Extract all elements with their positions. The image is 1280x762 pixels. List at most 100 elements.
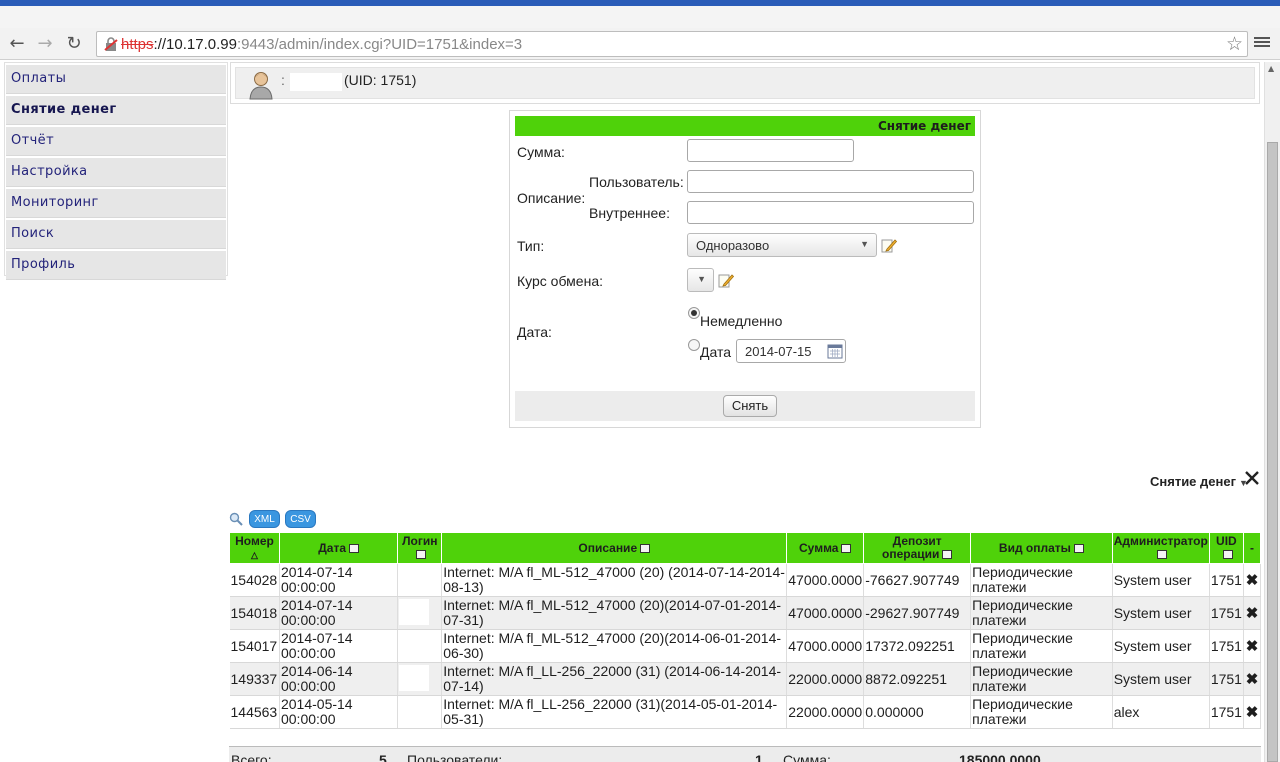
scrollbar-thumb[interactable] [1267, 142, 1278, 762]
scroll-up-icon[interactable]: ▲ [1268, 64, 1274, 73]
cell-desc: Internet: M/A fl_ML-512_47000 (20) (2014… [441, 563, 788, 597]
exchange-rate-label: Курс обмена: [517, 273, 603, 289]
cell-sum: 22000.0000 [786, 695, 865, 729]
internal-description-input[interactable] [687, 201, 974, 224]
filter-icon[interactable] [349, 543, 360, 553]
col-num[interactable]: Номер △ [229, 532, 280, 564]
col-sum[interactable]: Сумма [786, 532, 865, 564]
user-panel-inner: : (UID: 1751) [235, 67, 1255, 100]
radio-now[interactable] [688, 307, 700, 319]
date-input[interactable]: 2014-07-15 [736, 339, 846, 363]
exchange-rate-select[interactable]: ▼ [687, 268, 714, 292]
tabstrip-area [0, 6, 1280, 28]
filter-icon[interactable] [640, 543, 651, 553]
cell-num: 144563 [229, 695, 280, 729]
date-input-value: 2014-07-15 [745, 344, 812, 359]
delete-icon[interactable]: ✖ [1243, 629, 1262, 663]
cell-paytype: Периодические платежи [970, 629, 1113, 663]
table-row: 154017 2014-07-14 00:00:00 Internet: M/A… [229, 629, 1262, 663]
table-totals: Всего: 5 Пользователи: 1 Сумма: 185000.0… [229, 746, 1261, 762]
address-bar[interactable]: https://10.17.0.99:9443/admin/index.cgi?… [96, 31, 1248, 57]
delete-icon[interactable]: ✖ [1243, 695, 1262, 729]
login-redacted [399, 598, 430, 625]
sidebar-item-settings[interactable]: Настройка [6, 158, 226, 187]
login-redacted [399, 697, 430, 724]
filter-icon[interactable] [1222, 550, 1233, 560]
export-xml-button[interactable]: XML [249, 510, 280, 528]
table-row: 154028 2014-07-14 00:00:00 Internet: M/A… [229, 563, 1262, 597]
totals-count-value: 5 [379, 752, 387, 762]
user-name-redacted [290, 73, 342, 91]
sidebar-item-report[interactable]: Отчёт [6, 127, 226, 156]
back-icon[interactable]: ← [6, 33, 28, 55]
page-scrollbar[interactable]: ▲ [1264, 62, 1280, 762]
wrench-icon[interactable] [1244, 470, 1260, 486]
radio-now-label: Немедленно [700, 313, 783, 329]
sum-label: Сумма: [517, 144, 565, 160]
bookmark-star-icon[interactable]: ☆ [1226, 33, 1243, 55]
col-login-label: Логин [402, 534, 438, 548]
radio-date-label: Дата [700, 344, 732, 360]
col-paytype[interactable]: Вид оплаты [970, 532, 1113, 564]
calendar-icon[interactable] [827, 343, 843, 359]
delete-icon[interactable]: ✖ [1243, 596, 1262, 630]
login-redacted [399, 664, 430, 691]
col-deposit[interactable]: Депозит операции [863, 532, 972, 564]
cell-admin: System user [1112, 629, 1210, 663]
cell-paytype: Периодические платежи [970, 662, 1113, 696]
sidebar-item-withdraw[interactable]: Снятие денег [6, 96, 226, 125]
browser-menu-icon[interactable] [1254, 35, 1270, 51]
col-date[interactable]: Дата [278, 532, 399, 564]
date-label: Дата: [517, 324, 552, 340]
cell-uid: 1751 [1209, 563, 1244, 597]
sidebar-item-profile[interactable]: Профиль [6, 251, 226, 280]
type-label: Тип: [517, 238, 545, 254]
cell-date: 2014-07-14 00:00:00 [279, 563, 399, 597]
cell-desc: Internet: M/A fl_LL-256_22000 (31) (2014… [441, 662, 788, 696]
cell-num: 154018 [229, 596, 280, 630]
url-text: https://10.17.0.99:9443/admin/index.cgi?… [121, 36, 522, 53]
export-csv-button[interactable]: CSV [285, 510, 316, 528]
cell-date: 2014-07-14 00:00:00 [279, 629, 399, 663]
col-paytype-label: Вид оплаты [998, 540, 1071, 555]
sum-input[interactable] [687, 139, 854, 162]
filter-icon[interactable] [942, 550, 953, 560]
sidebar: Оплаты Снятие денег Отчёт Настройка Мони… [4, 62, 228, 280]
user-description-input[interactable] [687, 170, 974, 193]
filter-icon[interactable] [1073, 543, 1084, 553]
withdraw-button[interactable]: Снять [723, 395, 777, 417]
col-login[interactable]: Логин [397, 532, 443, 564]
totals-sum-label: Сумма: [783, 752, 831, 762]
chevron-down-icon: ▼ [860, 239, 869, 249]
filter-icon[interactable] [841, 543, 852, 553]
edit-rate-icon[interactable] [718, 272, 734, 288]
radio-date[interactable] [688, 339, 700, 351]
col-desc[interactable]: Описание [441, 532, 788, 564]
edit-type-icon[interactable] [881, 237, 897, 253]
type-select[interactable]: Одноразово ▼ [687, 233, 877, 257]
delete-icon[interactable]: ✖ [1243, 662, 1262, 696]
delete-icon[interactable]: ✖ [1243, 563, 1262, 597]
table-row: 154018 2014-07-14 00:00:00 Internet: M/A… [229, 596, 1262, 630]
col-del: - [1242, 532, 1262, 564]
sidebar-item-search[interactable]: Поиск [6, 220, 226, 249]
table-title-menu[interactable]: Снятие денег ▼ [1150, 474, 1248, 489]
cell-sum: 22000.0000 [786, 662, 865, 696]
totals-sum-value: 185000.0000 [959, 752, 1041, 762]
col-uid[interactable]: UID [1208, 532, 1244, 564]
sidebar-item-payments[interactable]: Оплаты [6, 65, 226, 94]
user-desc-label: Пользователь: [589, 174, 684, 190]
col-admin-label: Администратор [1113, 534, 1208, 548]
totals-count-label: Всего: [231, 752, 272, 762]
table-title: Снятие денег [1150, 474, 1237, 489]
filter-icon[interactable] [1157, 550, 1168, 560]
url-path: /admin/index.cgi?UID=1751&index=3 [274, 36, 523, 53]
forward-icon[interactable]: → [34, 33, 56, 55]
cell-login [397, 695, 443, 729]
user-avatar-icon [249, 72, 273, 100]
sidebar-item-monitoring[interactable]: Мониторинг [6, 189, 226, 218]
col-admin[interactable]: Администратор [1111, 532, 1210, 564]
reload-icon[interactable]: ↻ [63, 33, 85, 55]
filter-icon[interactable] [416, 550, 427, 560]
search-icon[interactable] [229, 512, 243, 526]
